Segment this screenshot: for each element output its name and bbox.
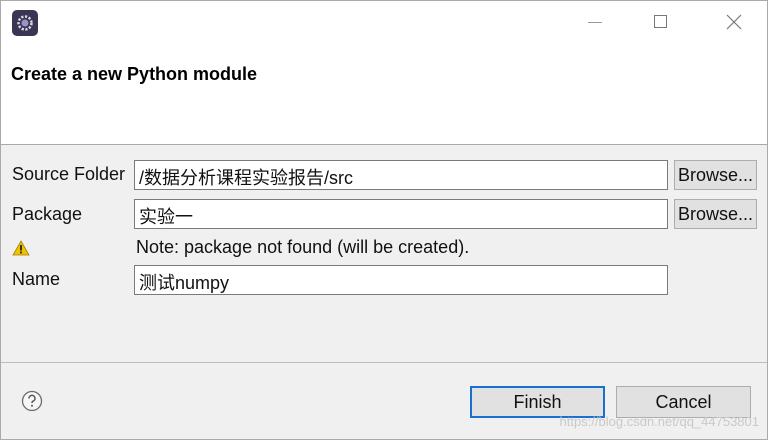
maximize-button[interactable]: [646, 9, 676, 35]
footer-separator: [1, 362, 767, 363]
header-separator: [1, 144, 767, 145]
watermark-text: https://blog.csdn.net/qq_44753801: [559, 414, 760, 429]
browse-source-folder-button[interactable]: Browse...: [674, 160, 757, 190]
close-button[interactable]: [718, 9, 748, 35]
dialog-header: Create a new Python module: [1, 45, 767, 145]
close-icon: [726, 14, 742, 30]
dialog-title: Create a new Python module: [11, 64, 258, 84]
package-input[interactable]: [134, 199, 668, 229]
dialog-window: Create a new Python module Source Folder…: [0, 0, 768, 440]
browse-package-button[interactable]: Browse...: [674, 199, 757, 229]
source-folder-label: Source Folder: [12, 164, 126, 184]
package-label: Package: [12, 204, 83, 224]
warning-icon: [12, 240, 30, 256]
minimize-button[interactable]: [581, 9, 611, 35]
name-label: Name: [12, 269, 61, 289]
source-folder-input[interactable]: [134, 160, 668, 190]
package-note: Note: package not found (will be created…: [136, 237, 470, 257]
gear-icon: [17, 15, 33, 31]
help-icon[interactable]: [21, 390, 43, 412]
title-bar: [1, 1, 767, 45]
eclipse-app-icon: [12, 10, 38, 36]
name-input[interactable]: [134, 265, 668, 295]
